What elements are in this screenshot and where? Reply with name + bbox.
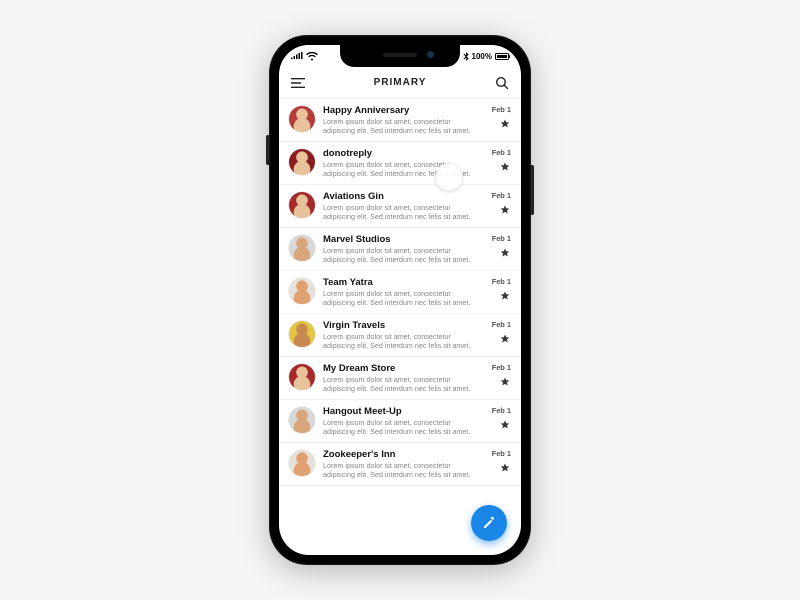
email-sender: Happy Anniversary (323, 105, 484, 116)
star-icon[interactable] (499, 419, 511, 431)
email-meta: Feb 1 (492, 234, 511, 259)
email-preview: Lorem ipsum dolor sit amet, consectetur … (323, 289, 484, 307)
email-date: Feb 1 (492, 363, 511, 372)
battery-percent: 100% (472, 52, 492, 61)
email-content: Virgin TravelsLorem ipsum dolor sit amet… (323, 320, 484, 350)
star-icon[interactable] (499, 204, 511, 216)
email-sender: Zookeeper's Inn (323, 449, 484, 460)
battery-icon (495, 53, 509, 60)
email-date: Feb 1 (492, 449, 511, 458)
email-date: Feb 1 (492, 406, 511, 415)
email-date: Feb 1 (492, 277, 511, 286)
email-preview: Lorem ipsum dolor sit amet, consectetur … (323, 332, 484, 350)
star-icon[interactable] (499, 462, 511, 474)
email-content: Team YatraLorem ipsum dolor sit amet, co… (323, 277, 484, 307)
email-date: Feb 1 (492, 320, 511, 329)
email-preview: Lorem ipsum dolor sit amet, consectetur … (323, 375, 484, 393)
email-meta: Feb 1 (492, 105, 511, 130)
touch-indicator (435, 163, 463, 191)
email-row[interactable]: Hangout Meet-UpLorem ipsum dolor sit ame… (279, 400, 521, 443)
compose-button[interactable] (471, 505, 507, 541)
star-icon[interactable] (499, 247, 511, 259)
email-sender: My Dream Store (323, 363, 484, 374)
email-row[interactable]: Marvel StudiosLorem ipsum dolor sit amet… (279, 228, 521, 271)
bluetooth-icon (463, 52, 469, 61)
phone-frame: 100% PRIMARY Happy AnniversaryLorem ipsu… (269, 35, 531, 565)
email-content: Marvel StudiosLorem ipsum dolor sit amet… (323, 234, 484, 264)
email-date: Feb 1 (492, 148, 511, 157)
star-icon[interactable] (499, 290, 511, 302)
email-date: Feb 1 (492, 105, 511, 114)
avatar (289, 149, 315, 175)
star-icon[interactable] (499, 333, 511, 345)
search-icon[interactable] (493, 74, 511, 92)
email-sender: Marvel Studios (323, 234, 484, 245)
avatar (289, 450, 315, 476)
email-preview: Lorem ipsum dolor sit amet, consectetur … (323, 246, 484, 264)
email-row[interactable]: Happy AnniversaryLorem ipsum dolor sit a… (279, 99, 521, 142)
email-sender: Virgin Travels (323, 320, 484, 331)
email-sender: Team Yatra (323, 277, 484, 288)
email-meta: Feb 1 (492, 449, 511, 474)
star-icon[interactable] (499, 161, 511, 173)
email-preview: Lorem ipsum dolor sit amet, consectetur … (323, 117, 484, 135)
email-meta: Feb 1 (492, 406, 511, 431)
star-icon[interactable] (499, 376, 511, 388)
avatar (289, 278, 315, 304)
avatar (289, 192, 315, 218)
email-meta: Feb 1 (492, 148, 511, 173)
signal-icon (291, 52, 303, 60)
email-date: Feb 1 (492, 234, 511, 243)
avatar (289, 235, 315, 261)
email-list[interactable]: Happy AnniversaryLorem ipsum dolor sit a… (279, 99, 521, 555)
email-content: My Dream StoreLorem ipsum dolor sit amet… (323, 363, 484, 393)
email-row[interactable]: Team YatraLorem ipsum dolor sit amet, co… (279, 271, 521, 314)
phone-screen: 100% PRIMARY Happy AnniversaryLorem ipsu… (279, 45, 521, 555)
wifi-icon (306, 52, 318, 61)
email-content: Zookeeper's InnLorem ipsum dolor sit ame… (323, 449, 484, 479)
email-sender: donotreply (323, 148, 484, 159)
email-row[interactable]: My Dream StoreLorem ipsum dolor sit amet… (279, 357, 521, 400)
email-meta: Feb 1 (492, 191, 511, 216)
email-content: Hangout Meet-UpLorem ipsum dolor sit ame… (323, 406, 484, 436)
email-preview: Lorem ipsum dolor sit amet, consectetur … (323, 461, 484, 479)
email-row[interactable]: Zookeeper's InnLorem ipsum dolor sit ame… (279, 443, 521, 486)
star-icon[interactable] (499, 118, 511, 130)
email-row[interactable]: Aviations GinLorem ipsum dolor sit amet,… (279, 185, 521, 228)
avatar (289, 106, 315, 132)
email-preview: Lorem ipsum dolor sit amet, consectetur … (323, 418, 484, 436)
pencil-icon (482, 516, 496, 530)
phone-notch (340, 45, 460, 67)
avatar (289, 321, 315, 347)
email-row[interactable]: donotreplyLorem ipsum dolor sit amet, co… (279, 142, 521, 185)
email-date: Feb 1 (492, 191, 511, 200)
email-content: Aviations GinLorem ipsum dolor sit amet,… (323, 191, 484, 221)
avatar (289, 407, 315, 433)
avatar (289, 364, 315, 390)
email-preview: Lorem ipsum dolor sit amet, consectetur … (323, 203, 484, 221)
email-meta: Feb 1 (492, 277, 511, 302)
email-sender: Aviations Gin (323, 191, 484, 202)
email-row[interactable]: Virgin TravelsLorem ipsum dolor sit amet… (279, 314, 521, 357)
email-meta: Feb 1 (492, 363, 511, 388)
navbar-title: PRIMARY (374, 77, 427, 88)
email-sender: Hangout Meet-Up (323, 406, 484, 417)
email-meta: Feb 1 (492, 320, 511, 345)
menu-icon[interactable] (289, 74, 307, 92)
email-content: Happy AnniversaryLorem ipsum dolor sit a… (323, 105, 484, 135)
navbar: PRIMARY (279, 67, 521, 99)
